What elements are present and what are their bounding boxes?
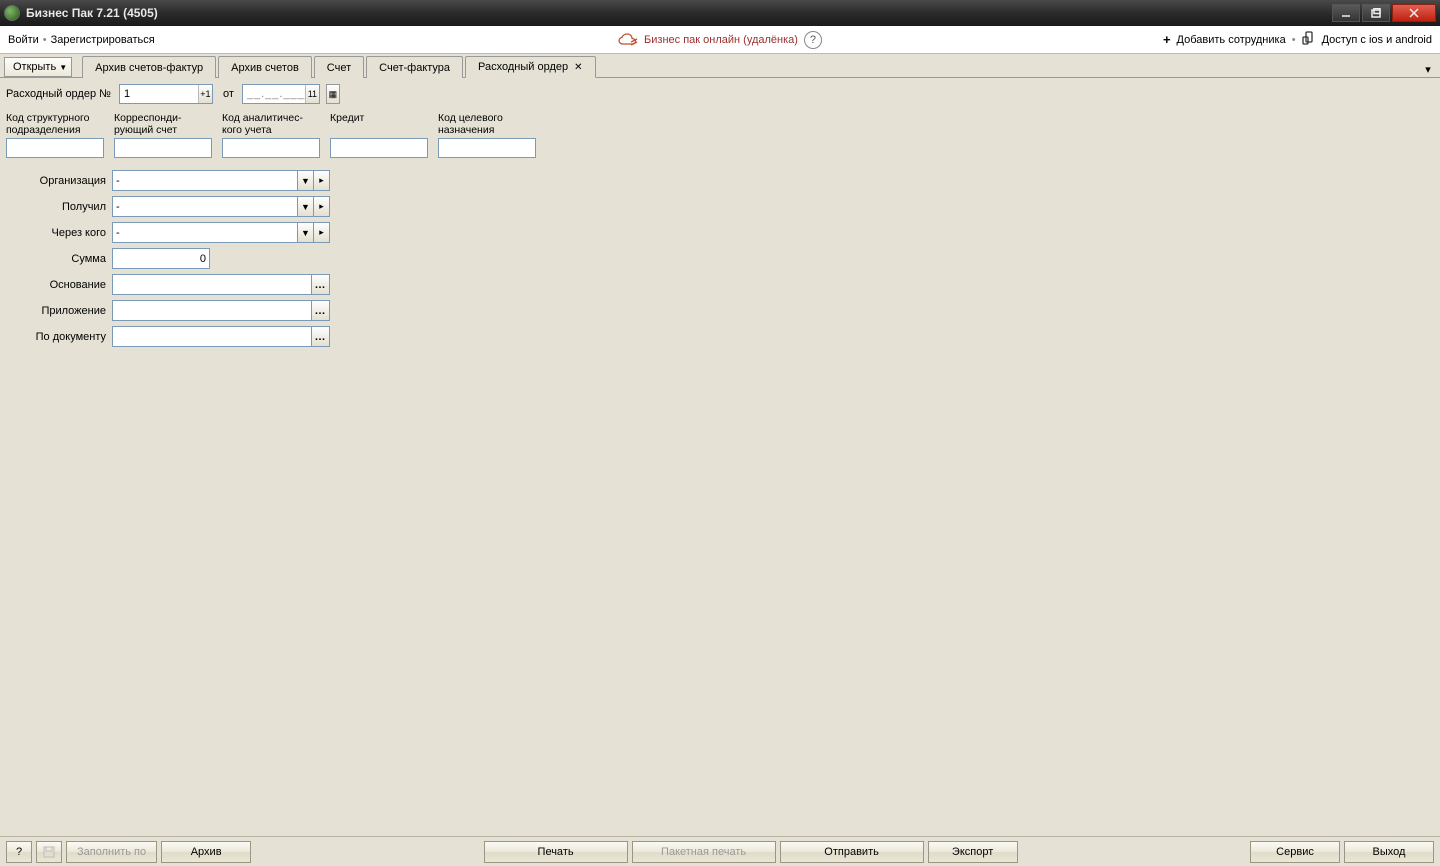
app-title: Бизнес Пак 7.21 (4505) — [26, 6, 1330, 20]
col-corr-account-input[interactable] — [114, 138, 212, 158]
register-link[interactable]: Зарегистрироваться — [51, 34, 155, 46]
basis-input[interactable] — [112, 274, 312, 295]
tab-archive-invoices[interactable]: Архив счетов — [218, 56, 312, 78]
close-tab-icon[interactable]: ✕ — [574, 62, 582, 73]
chevron-down-icon: ▼ — [59, 63, 67, 72]
mobile-access-link[interactable]: Доступ с ios и android — [1322, 34, 1432, 46]
device-icon — [1302, 31, 1316, 48]
open-menu-button[interactable]: Открыть ▼ — [4, 57, 72, 77]
tab-row: Открыть ▼ Архив счетов-фактур Архив счет… — [0, 54, 1440, 78]
separator-dot-2: • — [1292, 34, 1296, 46]
tab-invoice[interactable]: Счет — [314, 56, 364, 78]
bydoc-input[interactable] — [112, 326, 312, 347]
minimize-button[interactable] — [1332, 4, 1360, 22]
cloud-icon — [618, 33, 638, 47]
from-label: от — [223, 88, 234, 100]
help-button[interactable]: ? — [6, 841, 32, 863]
col-credit-input[interactable] — [330, 138, 428, 158]
received-lookup-icon[interactable]: ▸ — [314, 196, 330, 217]
bydoc-label: По документу — [6, 331, 112, 343]
basis-ellipsis-button[interactable]: … — [312, 274, 330, 295]
print-button[interactable]: Печать — [484, 841, 628, 863]
col-structure-code-input[interactable] — [6, 138, 104, 158]
send-button[interactable]: Отправить — [780, 841, 924, 863]
attachment-ellipsis-button[interactable]: … — [312, 300, 330, 321]
bydoc-ellipsis-button[interactable]: … — [312, 326, 330, 347]
attachment-label: Приложение — [6, 305, 112, 317]
plus-icon: + — [1163, 32, 1171, 47]
bottom-bar: ? Заполнить по Архив Печать Пакетная печ… — [0, 836, 1440, 866]
service-button[interactable]: Сервис — [1250, 841, 1340, 863]
col-target-code-label: Код целевого назначения — [438, 112, 536, 138]
open-label: Открыть — [13, 61, 56, 73]
received-input[interactable] — [112, 196, 298, 217]
order-number-label: Расходный ордер № — [6, 88, 111, 100]
received-label: Получил — [6, 201, 112, 213]
organization-label: Организация — [6, 175, 112, 187]
via-input[interactable] — [112, 222, 298, 243]
save-icon — [42, 845, 56, 859]
exit-button[interactable]: Выход — [1344, 841, 1434, 863]
save-button[interactable] — [36, 841, 62, 863]
login-link[interactable]: Войти — [8, 34, 39, 46]
sum-label: Сумма — [6, 253, 112, 265]
organization-lookup-icon[interactable]: ▸ — [314, 170, 330, 191]
received-dropdown-icon[interactable]: ▼ — [298, 196, 314, 217]
via-label: Через кого — [6, 227, 112, 239]
via-lookup-icon[interactable]: ▸ — [314, 222, 330, 243]
app-icon — [4, 5, 20, 21]
basis-label: Основание — [6, 279, 112, 291]
increment-button[interactable]: +1 — [198, 85, 212, 103]
archive-button[interactable]: Архив — [161, 841, 251, 863]
add-employee-link[interactable]: Добавить сотрудника — [1177, 34, 1286, 46]
col-target-code-input[interactable] — [438, 138, 536, 158]
calendar-icon[interactable]: ▦ — [326, 84, 340, 104]
online-link[interactable]: Бизнес пак онлайн (удалёнка) — [644, 34, 798, 46]
attachment-input[interactable] — [112, 300, 312, 321]
col-structure-code-label: Код структурного подразделения — [6, 112, 104, 138]
code-columns: Код структурного подразделения Корреспон… — [6, 112, 1434, 158]
separator-dot: • — [43, 34, 47, 46]
secondary-bar: Войти • Зарегистрироваться Бизнес пак он… — [0, 26, 1440, 54]
tabs-overflow-icon[interactable]: ▾ — [1420, 61, 1436, 77]
col-credit-label: Кредит — [330, 112, 428, 138]
col-corr-account-label: Корреспонди-рующий счет — [114, 112, 212, 138]
organization-dropdown-icon[interactable]: ▼ — [298, 170, 314, 191]
date-today-button[interactable]: 11 — [305, 85, 319, 103]
export-button[interactable]: Экспорт — [928, 841, 1018, 863]
col-analytic-code-input[interactable] — [222, 138, 320, 158]
help-icon[interactable]: ? — [804, 31, 822, 49]
tab-expense-order[interactable]: Расходный ордер ✕ — [465, 56, 595, 78]
form-area: Расходный ордер № +1 от 11 ▦ Код структу… — [0, 78, 1440, 836]
organization-input[interactable] — [112, 170, 298, 191]
tab-archive-invoice-factures[interactable]: Архив счетов-фактур — [82, 56, 216, 78]
via-dropdown-icon[interactable]: ▼ — [298, 222, 314, 243]
fill-by-button[interactable]: Заполнить по — [66, 841, 157, 863]
sum-input[interactable] — [112, 248, 210, 269]
tab-invoice-facture[interactable]: Счет-фактура — [366, 56, 463, 78]
close-button[interactable] — [1392, 4, 1436, 22]
batch-print-button[interactable]: Пакетная печать — [632, 841, 776, 863]
titlebar: Бизнес Пак 7.21 (4505) — [0, 0, 1440, 26]
col-analytic-code-label: Код аналитичес-кого учета — [222, 112, 320, 138]
maximize-button[interactable] — [1362, 4, 1390, 22]
